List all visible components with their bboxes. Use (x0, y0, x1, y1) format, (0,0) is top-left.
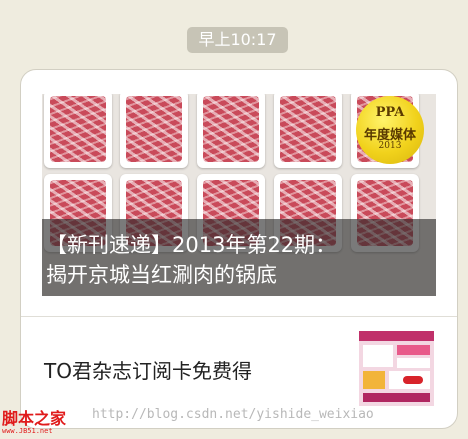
watermark-site: www.JB51.net (2, 427, 53, 435)
article-title[interactable]: TO君杂志订阅卡免费得 (44, 355, 252, 384)
message-timestamp: 早上10:17 (187, 27, 288, 53)
article-thumbnail[interactable] (359, 331, 434, 406)
divider (21, 316, 457, 317)
award-badge: PPA 年度媒体 2013 (356, 96, 424, 164)
watermark-url: http://blog.csdn.net/yishide_weixiao (92, 407, 374, 422)
cover-image[interactable]: PPA 年度媒体 2013 【新刊速递】2013年第22期： 揭开京城当红涮肉的… (42, 94, 436, 296)
cover-caption-line2: 揭开京城当红涮肉的锅底 (46, 263, 277, 287)
meat-tray (197, 94, 265, 168)
badge-title: PPA (375, 105, 405, 120)
news-card[interactable]: PPA 年度媒体 2013 【新刊速递】2013年第22期： 揭开京城当红涮肉的… (20, 69, 458, 429)
meat-tray (120, 94, 188, 168)
cover-caption: 【新刊速递】2013年第22期： 揭开京城当红涮肉的锅底 (42, 219, 436, 296)
badge-year: 2013 (378, 141, 402, 151)
watermark-logo: 脚本之家 (2, 409, 67, 428)
meat-tray (274, 94, 342, 168)
cover-caption-line1: 【新刊速递】2013年第22期： (46, 233, 337, 257)
meat-tray (44, 94, 112, 168)
